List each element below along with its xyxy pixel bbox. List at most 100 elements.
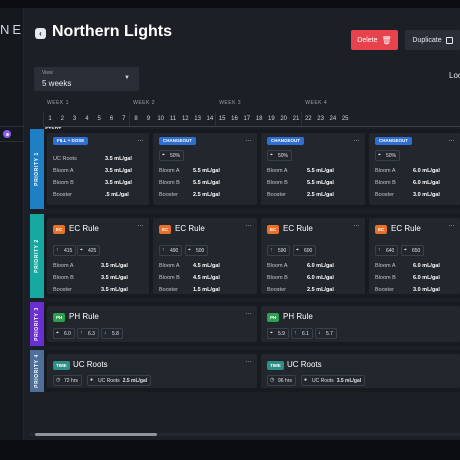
ph-rule-card[interactable]: PH PH Rule ⌖ 5.9 ↑ 6.1 ↓ 5.7 xyxy=(261,306,460,342)
app-logo: NE xyxy=(0,22,25,37)
dose-name: Bloom B xyxy=(375,275,396,281)
day-number: 2 xyxy=(60,116,64,122)
changeout-card[interactable]: CHANGEOUT … ⌖ 50% Bloom A 5.5 mL/gal Bloo… xyxy=(261,133,365,205)
arrow-up-icon: ↑ xyxy=(56,247,59,253)
more-options-icon[interactable]: … xyxy=(245,309,253,316)
delete-button[interactable]: Delete 🗑︎ xyxy=(351,30,398,50)
dose-value: 3.5 mL/gal xyxy=(101,287,128,293)
ec-rule-card[interactable]: EC EC Rule … ↑ 415 ⌖ 425 Bloom A 3.5 mL/ga… xyxy=(47,218,149,294)
target-icon: ⌖ xyxy=(162,152,165,158)
location-label[interactable]: Loc xyxy=(449,71,460,80)
more-options-icon[interactable]: … xyxy=(353,221,361,228)
more-options-icon[interactable]: … xyxy=(245,357,253,364)
more-options-icon[interactable]: … xyxy=(245,136,253,143)
week-separator xyxy=(43,112,44,126)
day-number: 6 xyxy=(109,116,114,122)
dose-chip: ● UC Roots 2.5 mL/gal xyxy=(87,375,152,386)
ph-rule-card[interactable]: PH PH Rule … ⌖ 6.0 ↑ 6.3 ↓ 5.8 xyxy=(47,306,257,342)
day-number: 3 xyxy=(72,116,77,122)
card-type-badge: FILL + DOSE xyxy=(53,137,89,145)
more-options-icon[interactable]: … xyxy=(353,136,361,143)
trash-icon: 🗑︎ xyxy=(381,35,392,45)
day-number: 12 xyxy=(181,116,189,122)
more-options-icon[interactable]: … xyxy=(448,136,456,143)
ec-rule-card[interactable]: EC EC Rule … ↑ 490 ⌖ 500 Bloom A 4.5 mL/ga… xyxy=(153,218,257,294)
day-number: 25 xyxy=(341,116,349,122)
ec-min-chip: ↑ 415 xyxy=(53,245,77,256)
priority-tab-2[interactable]: PRIORITY 2 xyxy=(30,214,44,298)
dose-value: 5.5 mL/gal xyxy=(307,180,334,186)
horizontal-scrollbar-thumb[interactable] xyxy=(35,433,157,436)
dose-value: 6.0 mL/gal xyxy=(413,168,440,174)
day-number: 4 xyxy=(85,116,89,122)
dose-value: 3.5 mL/gal xyxy=(105,156,132,162)
priority-row-4: PRIORITY 4 TIME UC Roots … ◷ 72 hrs ● UC R… xyxy=(30,350,460,392)
chip-value: 490 xyxy=(170,247,179,254)
card-type-badge: CHANGEOUT xyxy=(375,137,412,145)
dose-name: Bloom A xyxy=(375,168,396,174)
clock-icon: ◷ xyxy=(56,377,61,383)
changeout-card[interactable]: CHANGEOUT … ⌖ 50% Bloom A 5.5 mL/gal Bloo… xyxy=(153,133,257,205)
ec-target-chip: ⌖ 425 xyxy=(77,245,101,256)
priority-label: PRIORITY 2 xyxy=(34,239,41,273)
sidebar-status-icon[interactable] xyxy=(3,130,11,138)
priority-tab-1[interactable]: PRIORITY 1 xyxy=(30,129,44,209)
dose-value: 2.5 mL/gal xyxy=(307,287,334,293)
priority-label: PRIORITY 3 xyxy=(34,307,41,341)
ec-badge: EC xyxy=(53,225,66,234)
time-rule-card[interactable]: TIME UC Roots … ◷ 72 hrs ● UC Roots 2.5 mL/… xyxy=(47,354,257,388)
ec-badge: EC xyxy=(267,225,280,234)
more-options-icon[interactable]: … xyxy=(137,221,145,228)
more-options-icon[interactable]: … xyxy=(448,221,456,228)
rule-name: EC Rule xyxy=(175,224,205,233)
dose-value: 4.5 mL/gal xyxy=(193,275,220,281)
changeout-card[interactable]: CHANGEOUT … ⌖ 50% Bloom A 6.0 mL/gal Bloo… xyxy=(369,133,460,205)
dose-value: 6.0 mL/gal xyxy=(413,275,440,281)
week-separator xyxy=(301,112,303,126)
rule-name: PH Rule xyxy=(283,312,313,321)
target-icon: ⌖ xyxy=(188,247,191,253)
ph-target-chip: ⌖ 6.0 xyxy=(53,328,75,339)
target-icon: ⌖ xyxy=(80,247,83,253)
priority-row-1: PRIORITY 1 FILL + DOSE … UC Roots 3.5 mL… xyxy=(30,129,460,263)
arrow-up-icon: ↑ xyxy=(270,247,273,253)
start-divider xyxy=(44,126,460,127)
more-options-icon[interactable]: … xyxy=(137,136,145,143)
priority-tab-4[interactable]: PRIORITY 4 xyxy=(30,350,44,392)
dose-name: UC Roots xyxy=(53,156,77,162)
arrow-up-icon: ↑ xyxy=(378,247,381,253)
day-number: 24 xyxy=(329,116,337,122)
dose-name: Booster xyxy=(375,192,394,198)
ec-rule-card[interactable]: EC EC Rule … ↑ 590 ⌖ 600 Bloom A 6.0 mL/ga… xyxy=(261,218,365,294)
dose-value: 3.0 mL/gal xyxy=(413,192,440,198)
copy-icon xyxy=(445,36,453,44)
ph-max-chip: ↑ 6.3 xyxy=(77,328,99,339)
arrow-up-icon: ↑ xyxy=(294,330,297,336)
view-select[interactable]: View 5 weeks ▼ xyxy=(34,67,139,91)
priority-tab-3[interactable]: PRIORITY 3 xyxy=(30,302,44,346)
drop-icon: ● xyxy=(304,377,308,383)
chip-value: 415 xyxy=(64,247,73,254)
view-select-value: 5 weeks xyxy=(42,79,72,88)
duplicate-button[interactable]: Duplicate xyxy=(405,30,460,50)
dose-name: Bloom A xyxy=(267,168,288,174)
chip-value: 5.9 xyxy=(278,330,285,337)
app-window: NE ‹ Northern Lights Delete 🗑︎ Duplicate… xyxy=(0,8,460,440)
time-rule-card[interactable]: TIME UC Roots ◷ 96 hrs ● UC Roots 3.5 mL/ga… xyxy=(261,354,460,388)
priority-row-3: PRIORITY 3 PH PH Rule … ⌖ 6.0 ↑ 6.3 ↓ 5.8 P… xyxy=(30,302,460,346)
dose-card[interactable]: FILL + DOSE … UC Roots 3.5 mL/gal Bloom … xyxy=(47,133,149,205)
dose-value: 3.5 mL/gal xyxy=(101,263,128,269)
ec-rule-card[interactable]: EC EC Rule … ↑ 640 ⌖ 650 Bloom A 6.0 mL/ga… xyxy=(369,218,460,294)
card-type-badge: CHANGEOUT xyxy=(159,137,196,145)
dose-name: Booster xyxy=(267,192,286,198)
dose-name: Booster xyxy=(53,287,72,293)
dose-value: 6.0 mL/gal xyxy=(307,263,334,269)
rule-name: PH Rule xyxy=(69,312,99,321)
dose-name: Bloom A xyxy=(53,168,74,174)
dose-name: Bloom A xyxy=(267,263,288,269)
dose-name: Bloom A xyxy=(159,263,180,269)
ec-badge: EC xyxy=(159,225,172,234)
more-options-icon[interactable]: … xyxy=(245,221,253,228)
back-icon[interactable]: ‹ xyxy=(35,28,46,39)
day-number: 22 xyxy=(304,116,312,122)
